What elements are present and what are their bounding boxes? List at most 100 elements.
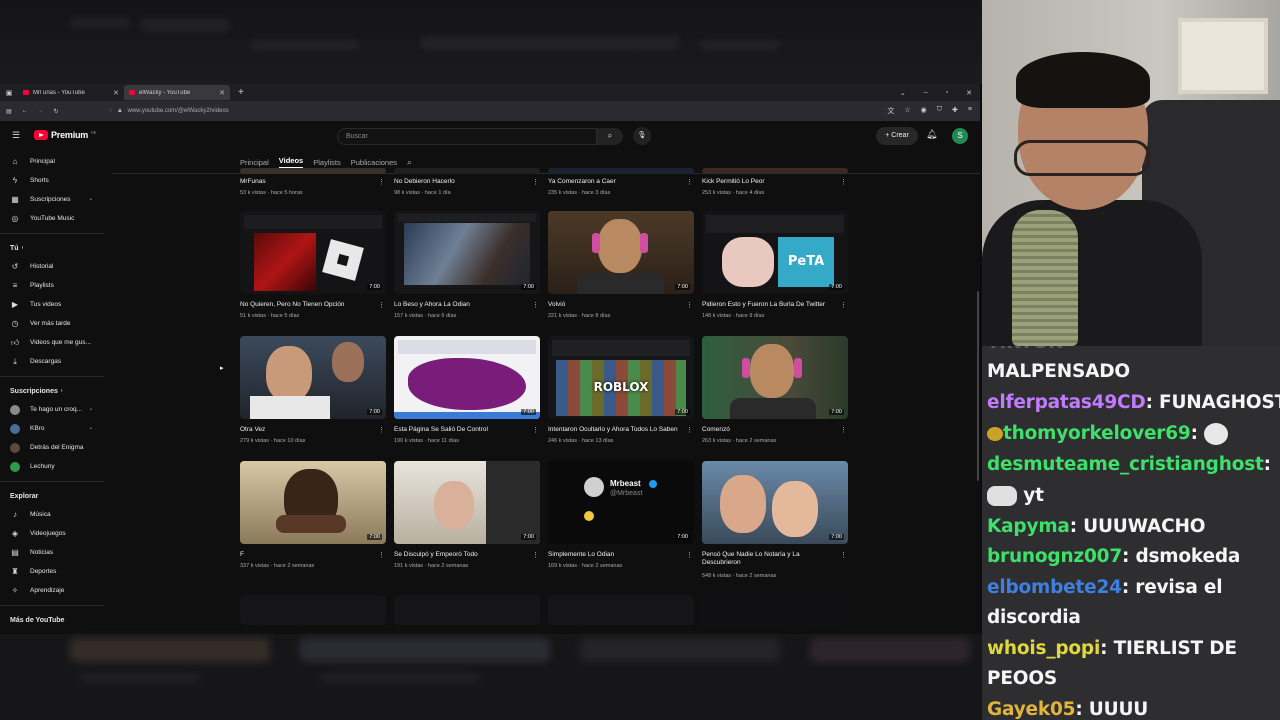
video-thumbnail[interactable]: 7:00 (702, 461, 848, 544)
sidebar-item-suscripciones[interactable]: ▦ Suscripciones • (0, 190, 112, 209)
more-options-icon[interactable]: ⋮ (840, 551, 847, 559)
address-bar[interactable]: ◌ 🔒︎ www.youtube.com/@elWacky2/videos (109, 104, 759, 118)
more-options-icon[interactable]: ⋮ (840, 301, 847, 309)
close-window-icon[interactable]: ✕ (966, 89, 972, 97)
video-title[interactable]: No Quieren, Pero No Tienen Opción (240, 301, 375, 309)
video-title[interactable]: Se Disculpó y Empeoró Todo (394, 551, 529, 559)
menu-icon[interactable]: ≡ (968, 106, 972, 116)
you-section-header[interactable]: Tú › (0, 239, 112, 257)
chat-username[interactable]: Kapyma (987, 516, 1070, 537)
avatar[interactable]: S (952, 128, 968, 144)
close-tab-icon[interactable]: ✕ (113, 89, 119, 97)
more-options-icon[interactable]: ⋮ (686, 301, 693, 309)
back-icon[interactable]: ← (22, 108, 28, 114)
more-options-icon[interactable]: ⋮ (686, 178, 693, 186)
video-title[interactable]: MrFunas (240, 178, 375, 186)
tab-principal[interactable]: Principal (240, 158, 269, 167)
video-title[interactable]: Kick Permitió Lo Peor (702, 178, 837, 186)
tab-list-icon[interactable]: ⌄ (900, 89, 906, 97)
chat-username[interactable]: elbombete24 (987, 577, 1122, 598)
guide-menu-icon[interactable]: ☰ (12, 130, 22, 141)
more-options-icon[interactable]: ⋮ (532, 178, 539, 186)
create-button[interactable]: + Crear (876, 127, 918, 145)
video-title[interactable]: Ya Comenzaron a Caer (548, 178, 683, 186)
sidebar-sub-channel[interactable]: Detrás del Enigma (0, 438, 112, 457)
more-options-icon[interactable]: ⋮ (378, 551, 385, 559)
sidebar-sub-channel[interactable]: KBro • (0, 419, 112, 438)
sidebar-sub-channel[interactable]: Lechuny (0, 457, 112, 476)
video-thumbnail[interactable]: 7:00 (394, 336, 540, 419)
more-options-icon[interactable]: ⋮ (378, 178, 385, 186)
video-thumbnail[interactable] (394, 595, 540, 625)
more-options-icon[interactable]: ⋮ (840, 426, 847, 434)
video-thumbnail[interactable] (394, 168, 540, 174)
bookmark-star-icon[interactable]: ☆ (904, 106, 910, 116)
video-thumbnail[interactable]: 7:00 (394, 461, 540, 544)
chat-username[interactable]: brunognz007 (987, 546, 1122, 567)
tab-playlists[interactable]: Playlists (313, 158, 341, 167)
chat-username[interactable]: desmuteame_cristianghost (987, 454, 1264, 475)
microphone-icon[interactable]: 🎙︎ (633, 127, 651, 145)
video-title[interactable]: Lo Beso y Ahora La Odian (394, 301, 529, 309)
sidebar-item-musica[interactable]: ♪ Música (0, 505, 112, 524)
sidebar-sub-channel[interactable]: Te hago un croq... • (0, 400, 112, 419)
more-options-icon[interactable]: ⋮ (532, 426, 539, 434)
more-options-icon[interactable]: ⋮ (378, 301, 385, 309)
sidebar-item-youtube-music[interactable]: ◎ YouTube Music (0, 209, 112, 228)
video-thumbnail[interactable]: ROBLOX 7:00 (548, 336, 694, 419)
chat-username[interactable]: Gayek05 (987, 699, 1076, 720)
video-title[interactable]: Otra Vez (240, 426, 375, 434)
video-thumbnail[interactable]: 7:00 (548, 211, 694, 294)
chat-username[interactable]: thomyorkelover69 (1003, 423, 1191, 444)
channel-search-icon[interactable]: ⌕ (407, 157, 412, 168)
browser-tab[interactable]: Mrl unas - YouTube ✕ (18, 85, 124, 100)
sidebar-item-videojuegos[interactable]: ◈ Videojuegos (0, 524, 112, 543)
sidebar-item-tus-videos[interactable]: ▶ Tus videos (0, 295, 112, 314)
video-title[interactable]: Volvió (548, 301, 683, 309)
sidebar-item-principal[interactable]: ⌂ Principal (0, 152, 112, 171)
extensions-icon[interactable]: ✚ (952, 106, 958, 116)
video-title[interactable]: Pensó Que Nadie Lo Notaría y La Descubri… (702, 551, 837, 567)
video-thumbnail[interactable]: 7:00 (240, 336, 386, 419)
video-thumbnail[interactable]: Mrbeast @Mrbeast 7:00 (548, 461, 694, 544)
video-title[interactable]: Simplemente Lo Odian (548, 551, 683, 559)
browser-tab-active[interactable]: elWacky - YouTube ✕ (124, 85, 230, 100)
workspace-icon[interactable]: ▣ (0, 89, 18, 97)
video-thumbnail[interactable]: PeTA 7:00 (702, 211, 848, 294)
minimize-icon[interactable]: – (924, 89, 928, 97)
forward-icon[interactable]: → (38, 108, 44, 114)
video-thumbnail[interactable] (702, 168, 848, 174)
video-title[interactable]: Esta Página Se Salió De Control (394, 426, 529, 434)
subscriptions-section-header[interactable]: Suscripciones › (0, 382, 112, 400)
youtube-logo[interactable]: Premium PE (34, 130, 96, 140)
more-options-icon[interactable]: ⋮ (532, 301, 539, 309)
url-text[interactable]: www.youtube.com/@elWacky2/videos (127, 108, 228, 114)
tab-publicaciones[interactable]: Publicaciones (351, 158, 397, 167)
notifications-bell-icon[interactable]: 🔔︎ (926, 129, 937, 140)
more-options-icon[interactable]: ⋮ (532, 551, 539, 559)
video-thumbnail[interactable]: 7:00 (702, 336, 848, 419)
video-thumbnail[interactable] (548, 595, 694, 625)
sidebar-item-shorts[interactable]: ϟ Shorts (0, 171, 112, 190)
pocket-icon[interactable]: ⛉ (937, 106, 942, 116)
video-thumbnail[interactable] (240, 595, 386, 625)
tab-videos[interactable]: Videos (278, 156, 304, 168)
video-thumbnail[interactable] (240, 168, 386, 174)
scrollbar[interactable] (977, 291, 979, 481)
video-thumbnail[interactable]: 7:00 (240, 211, 386, 294)
video-thumbnail[interactable] (548, 168, 694, 174)
close-tab-icon[interactable]: ✕ (219, 89, 225, 97)
chat-username[interactable]: whois_popi (987, 638, 1100, 659)
account-icon[interactable]: ◉ (921, 106, 927, 116)
chat-username[interactable]: elferpatas49CD (987, 392, 1146, 413)
search-icon[interactable]: ⌕ (597, 128, 623, 145)
sidebar-item-playlists[interactable]: ≡ Playlists (0, 276, 112, 295)
sidebar-toggle-icon[interactable]: ▤ (6, 108, 12, 115)
more-options-icon[interactable]: ⋮ (686, 426, 693, 434)
more-options-icon[interactable]: ⋮ (686, 551, 693, 559)
sidebar-item-descargas[interactable]: ⤓ Descargas (0, 352, 112, 371)
sidebar-item-aprendizaje[interactable]: ✧ Aprendizaje (0, 581, 112, 600)
translate-icon[interactable]: 文 (887, 106, 894, 116)
video-title[interactable]: No Debieron Hacerlo (394, 178, 529, 186)
video-thumbnail[interactable]: 7:00 (394, 211, 540, 294)
